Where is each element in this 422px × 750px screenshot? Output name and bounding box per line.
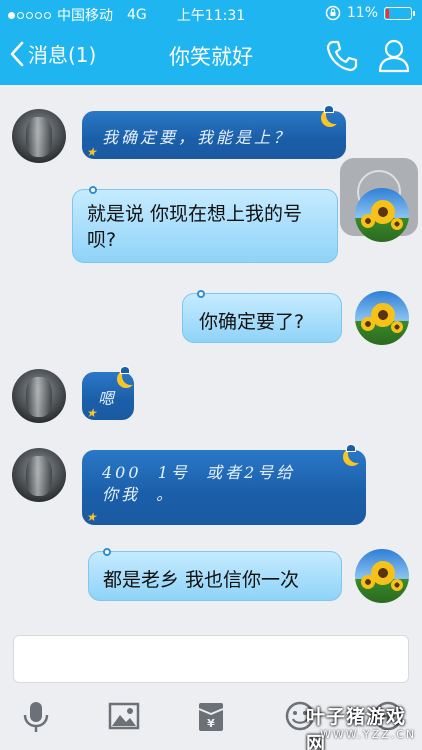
red-packet-icon: ¥ — [198, 703, 224, 731]
watermark: 叶子猪游戏网 WWW.YZZ.CN — [302, 702, 420, 750]
svg-text:¥: ¥ — [207, 717, 215, 730]
message-bubble[interactable]: 都是老乡 我也信你一次 — [88, 548, 342, 601]
message-text: 嗯 — [98, 389, 115, 408]
contact-avatar[interactable] — [12, 448, 66, 502]
moon-icon — [322, 103, 346, 127]
battery-icon — [384, 6, 415, 20]
message-list[interactable]: 我确定要，我能是上？ ★ 就是说 你现在想上我的号 呗? 你确定要了? 嗯 ★ … — [0, 85, 422, 630]
chat-header: 消息(1) 你笑就好 — [0, 28, 422, 85]
bubble-dot-icon — [89, 186, 97, 194]
message-bubble[interactable]: 我确定要，我能是上？ ★ — [82, 105, 346, 159]
message-bubble[interactable]: 就是说 你现在想上我的号 呗? — [72, 186, 338, 263]
star-icon: ★ — [86, 406, 100, 420]
contact-avatar[interactable] — [12, 109, 66, 163]
phone-icon — [326, 40, 358, 72]
star-icon: ★ — [86, 145, 100, 159]
person-icon — [378, 39, 410, 73]
profile-button[interactable] — [377, 38, 411, 78]
my-avatar[interactable] — [355, 188, 409, 242]
message-text: 400 1号 或者2号给 你我 。 — [102, 463, 296, 504]
battery-percent: 11% — [346, 5, 378, 21]
contact-avatar[interactable] — [12, 369, 66, 423]
star-icon: ★ — [86, 510, 100, 524]
message-text: 你确定要了? — [199, 311, 305, 333]
call-button[interactable] — [325, 39, 359, 77]
message-bubble[interactable]: 400 1号 或者2号给 你我 。 ★ — [82, 444, 366, 525]
moon-icon — [344, 442, 368, 466]
message-bubble[interactable]: 你确定要了? — [182, 290, 342, 343]
bubble-dot-icon — [197, 290, 205, 298]
status-right: 11% — [325, 5, 415, 21]
red-packet-button[interactable]: ¥ — [196, 700, 228, 732]
voice-button[interactable] — [20, 700, 52, 732]
status-bar: 中国移动 4G 上午11:31 11% — [0, 0, 422, 28]
my-avatar[interactable] — [355, 291, 409, 345]
watermark-main: 叶子猪游戏网 — [306, 706, 407, 750]
bubble-dot-icon — [103, 548, 111, 556]
message-text: 我确定要，我能是上？ — [102, 128, 293, 147]
message-input[interactable] — [13, 635, 409, 683]
my-avatar[interactable] — [355, 549, 409, 603]
image-icon — [108, 702, 140, 730]
message-text: 就是说 你现在想上我的号 呗? — [87, 203, 303, 251]
message-bubble[interactable]: 嗯 ★ — [82, 366, 134, 420]
input-bar — [0, 630, 422, 692]
microphone-icon — [23, 702, 49, 732]
watermark-url: WWW.YZZ.CN — [320, 728, 417, 741]
message-text: 都是老乡 我也信你一次 — [103, 569, 300, 591]
moon-icon — [118, 364, 142, 388]
rotation-lock-icon — [325, 5, 341, 21]
photo-button[interactable] — [108, 700, 140, 732]
